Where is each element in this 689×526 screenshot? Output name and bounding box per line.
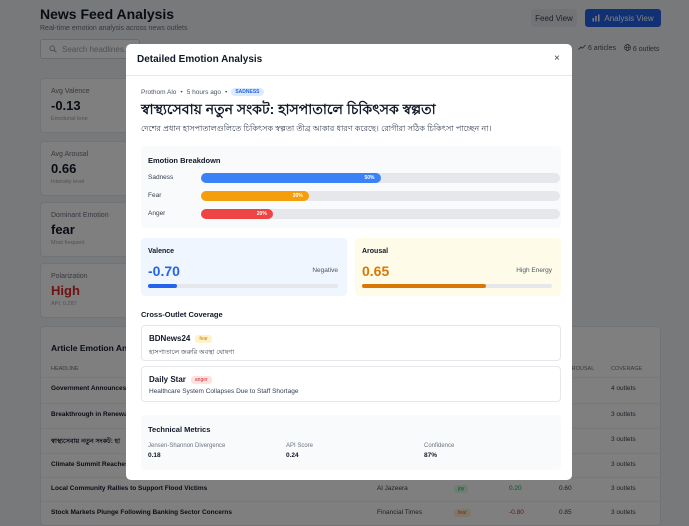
article-summary: দেশের প্রধান হাসপাতালগুলিতে চিকিৎসক স্বল…	[141, 124, 492, 133]
close-icon[interactable]: ×	[554, 53, 560, 64]
emotion-track: 20%	[201, 209, 560, 219]
outlet-headline: Healthcare System Collapses Due to Staff…	[149, 388, 299, 395]
arousal-value: 0.65	[362, 263, 390, 279]
metric-confidence: Confidence 87%	[424, 443, 455, 459]
emotion-bar-fear: Fear 30%	[148, 191, 560, 202]
outlet-name: Daily Star	[149, 375, 186, 384]
emotion-bar-sadness: Sadness 50%	[148, 173, 560, 184]
metric-api-score: API Score 0.24	[286, 443, 314, 459]
emotion-bar-anger: Anger 20%	[148, 209, 560, 220]
emotion-fill: 20%	[201, 209, 273, 219]
emotion-track: 30%	[201, 191, 560, 201]
valence-card: Valence -0.70 Negative	[141, 238, 347, 296]
article-headline: স্বাস্থ্যসেবায় নতুন সংকট: হাসপাতালে চিক…	[141, 101, 436, 117]
outlet-name: BDNews24	[149, 334, 191, 343]
emotion-breakdown-card: Emotion Breakdown Sadness 50% Fear 30% A…	[141, 146, 561, 228]
outlet-headline: হাসপাতালে জরুরি অবস্থা ঘোষণা	[149, 349, 235, 356]
technical-metrics-card: Technical Metrics Jensen-Shannon Diverge…	[141, 415, 561, 470]
arousal-fill	[362, 284, 486, 288]
technical-metrics-title: Technical Metrics	[148, 425, 211, 434]
meta-separator: •	[225, 88, 228, 96]
article-meta: Prothom Alo • 5 hours ago • SADNESS	[141, 88, 264, 96]
meta-separator: •	[180, 88, 183, 96]
outlet-card[interactable]: Daily Star anger Healthcare System Colla…	[141, 366, 561, 402]
emotion-track: 50%	[201, 173, 560, 183]
emotion-breakdown-title: Emotion Breakdown	[148, 156, 221, 165]
modal-header: Detailed Emotion Analysis ×	[126, 44, 572, 76]
emotion-fill: 50%	[201, 173, 381, 183]
emotion-badge: SADNESS	[231, 88, 264, 96]
outlet-emotion-chip: anger	[190, 375, 212, 384]
coverage-title: Cross-Outlet Coverage	[141, 310, 223, 319]
emotion-fill: 30%	[201, 191, 309, 201]
arousal-desc: High Energy	[516, 267, 552, 274]
valence-fill	[148, 284, 177, 288]
valence-track	[148, 284, 338, 288]
modal-title: Detailed Emotion Analysis	[137, 54, 263, 65]
outlet-card[interactable]: BDNews24 fear হাসপাতালে জরুরি অবস্থা ঘোষ…	[141, 325, 561, 361]
valence-desc: Negative	[312, 267, 338, 274]
outlet-emotion-chip: fear	[195, 334, 212, 343]
arousal-track	[362, 284, 552, 288]
valence-value: -0.70	[148, 263, 180, 279]
article-source: Prothom Alo	[141, 88, 177, 96]
article-time: 5 hours ago	[186, 88, 222, 96]
metric-jsd: Jensen-Shannon Divergence 0.18	[148, 443, 226, 459]
arousal-card: Arousal 0.65 High Energy	[355, 238, 561, 296]
emotion-analysis-modal: Detailed Emotion Analysis × Prothom Alo …	[126, 44, 572, 480]
